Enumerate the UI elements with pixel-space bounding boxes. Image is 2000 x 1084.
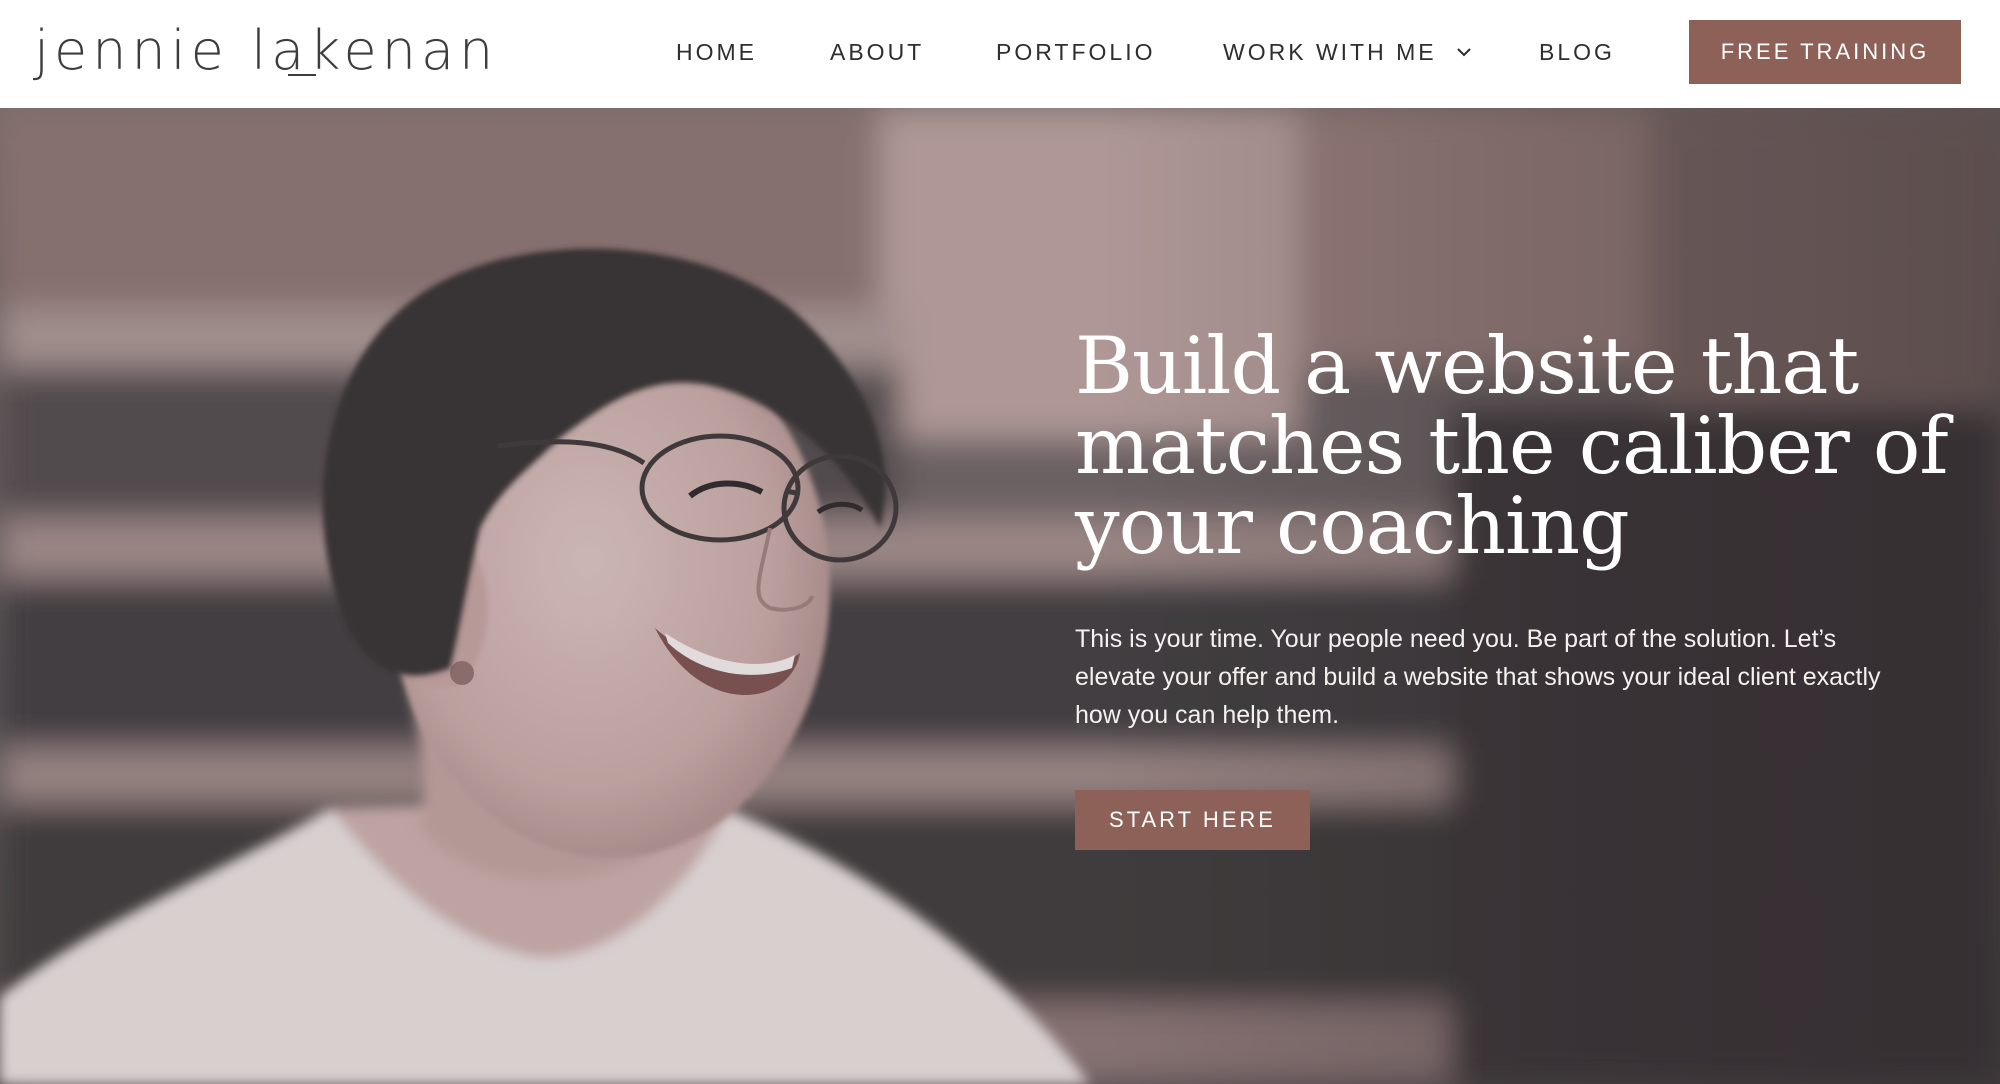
nav-item-home[interactable]: HOME — [676, 36, 757, 68]
hero-subtext: This is your time. Your people need you.… — [1075, 625, 1881, 729]
hero-section: Build a website that matches the caliber… — [0, 108, 2000, 1084]
hero-copy: Build a website that matches the caliber… — [1075, 326, 1975, 850]
nav-item-about[interactable]: ABOUT — [830, 36, 924, 68]
start-here-button[interactable]: START HERE — [1075, 790, 1310, 850]
free-training-button[interactable]: FREE TRAINING — [1689, 20, 1961, 84]
nav-item-work-with-me-label: WORK WITH ME — [1223, 39, 1437, 65]
nav-item-work-with-me[interactable]: WORK WITH ME — [1223, 36, 1472, 68]
nav-item-portfolio[interactable]: PORTFOLIO — [996, 36, 1156, 68]
nav-item-blog[interactable]: BLOG — [1539, 36, 1615, 68]
hero-headline: Build a website that matches the caliber… — [1075, 320, 1949, 572]
site-logo[interactable]: jennie lakenan — [34, 16, 498, 86]
chevron-down-icon — [1457, 48, 1471, 57]
site-header: jennie lakenan HOME ABOUT PORTFOLIO WORK… — [0, 0, 2000, 108]
logo-underline-accent — [288, 74, 316, 76]
